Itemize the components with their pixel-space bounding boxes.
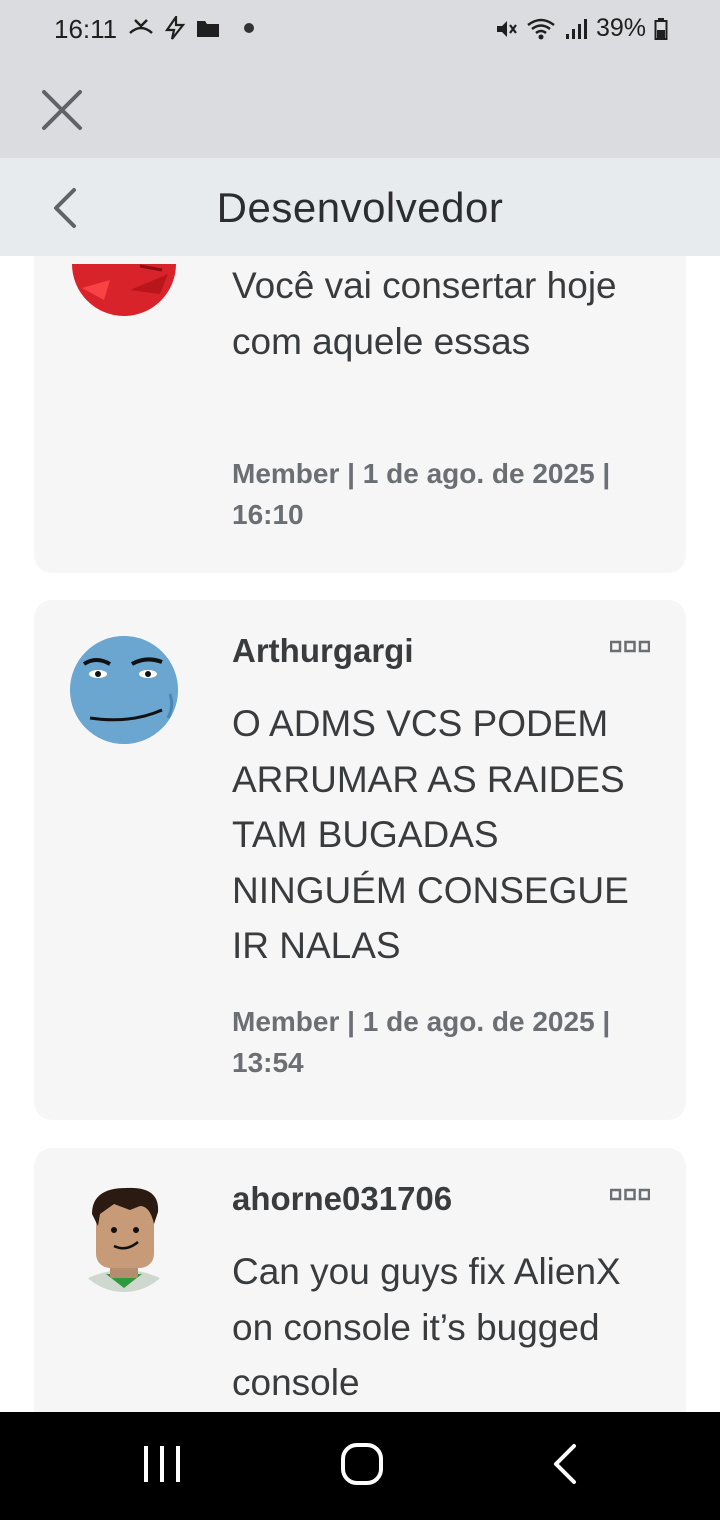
post-username[interactable]: ahorne031706: [232, 1180, 452, 1218]
post-text: O ADMS VCS PODEM ARRUMAR AS RAIDES TAM B…: [232, 703, 629, 966]
notification-dot-icon: [244, 23, 254, 33]
post-card: ahorne031706 Can you guys fix AlienX on …: [34, 1148, 686, 1412]
page-header: Desenvolvedor: [0, 158, 720, 256]
post-meta: Member | 1 de ago. de 2025 | 16:10: [232, 458, 611, 530]
status-left-icons: [128, 16, 254, 40]
red-avatar-icon: [72, 256, 176, 316]
system-nav-bar: [0, 1412, 720, 1520]
battery-percent: 39%: [595, 14, 646, 42]
home-icon[interactable]: [340, 1442, 384, 1486]
posts-list[interactable]: Você vai consertar hoje com aquele essas…: [0, 256, 720, 1412]
recent-apps-icon[interactable]: [142, 1442, 182, 1486]
signal-icon: [565, 18, 587, 39]
missed-call-icon: [129, 19, 153, 34]
back-icon[interactable]: [550, 1442, 580, 1486]
status-right: 39%: [494, 14, 668, 43]
avatar[interactable]: [70, 256, 178, 318]
post-card: Você vai consertar hoje com aquele essas…: [34, 256, 686, 573]
post-text: Você vai consertar hoje com aquele essas: [232, 265, 617, 362]
page-title: Desenvolvedor: [216, 184, 504, 231]
more-options-icon[interactable]: [610, 1188, 650, 1202]
close-icon[interactable]: [40, 88, 84, 132]
roblox-avatar-icon: [84, 1187, 164, 1292]
smirk-face-avatar-icon: [70, 636, 178, 744]
mute-icon: [496, 20, 517, 37]
battery-icon: [654, 17, 668, 40]
more-options-icon[interactable]: [610, 640, 650, 654]
flash-icon: [164, 16, 186, 40]
status-time: 16:11: [54, 14, 118, 44]
post-card: Arthurgargi O ADMS VCS PODEM ARRUMAR AS …: [34, 600, 686, 1120]
post-text: Can you guys fix AlienX on console it’s …: [232, 1251, 621, 1403]
webview-top-bar: [0, 60, 720, 158]
avatar[interactable]: [70, 1184, 178, 1292]
avatar[interactable]: [70, 636, 178, 744]
folder-icon: [197, 21, 219, 37]
post-meta: Member | 1 de ago. de 2025 | 13:54: [232, 1006, 611, 1078]
wifi-icon: [527, 18, 555, 39]
post-username[interactable]: Arthurgargi: [232, 632, 414, 670]
status-bar: 16:11 39%: [0, 0, 720, 60]
